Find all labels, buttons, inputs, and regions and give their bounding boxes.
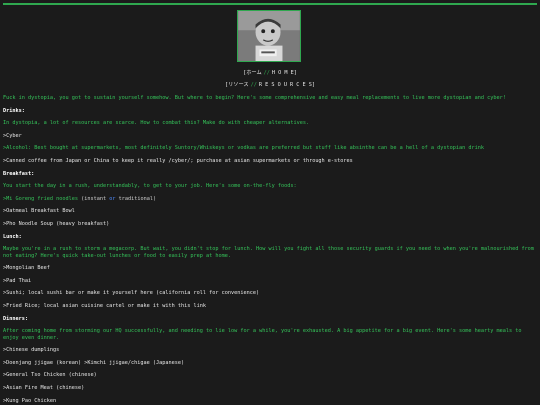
dinners-description: After coming home from storming our HQ s… — [3, 328, 522, 341]
nav-separator: // — [263, 70, 270, 76]
breakfast-noodles-link[interactable]: >Mi Goreng fried noodles — [3, 196, 78, 202]
lunch-description: Maybe you're in a rush to storm a megaco… — [3, 246, 534, 259]
nav-resources-roman: R E S O U R C E S — [258, 82, 312, 88]
nav-separator: // — [250, 82, 257, 88]
nav-home-row: [ホーム//H O M E] — [243, 70, 297, 76]
breakfast-traditional-text: traditional) — [118, 195, 157, 202]
nav-resources-row: [リソース//R E S O U R C E S] — [224, 82, 316, 88]
top-accent-bar — [3, 3, 537, 5]
main-content: Fuck in dystopia, you got to sustain you… — [3, 95, 537, 404]
nav-home-label: ホーム — [246, 70, 262, 76]
breakfast-or-text: or — [109, 195, 116, 202]
nav-home-link[interactable]: ホーム//H O M E — [246, 70, 294, 76]
avatar — [237, 10, 301, 62]
nav-resources-link[interactable]: リソース//R E S O U R C E S — [228, 82, 312, 88]
breakfast-instant-text: (instant — [81, 195, 107, 202]
nav-resources-label: リソース — [228, 82, 249, 88]
nav-home-roman: H O M E — [271, 70, 294, 76]
portrait-image — [238, 11, 300, 61]
drinks-item-alcohol[interactable]: >Alcohol: Best bought at supermarkets, m… — [3, 145, 537, 152]
dinners-item-kungpao: >Kung Pao Chicken — [3, 397, 57, 404]
intro-text: Fuck in dystopia, you got to sustain you… — [3, 95, 506, 101]
